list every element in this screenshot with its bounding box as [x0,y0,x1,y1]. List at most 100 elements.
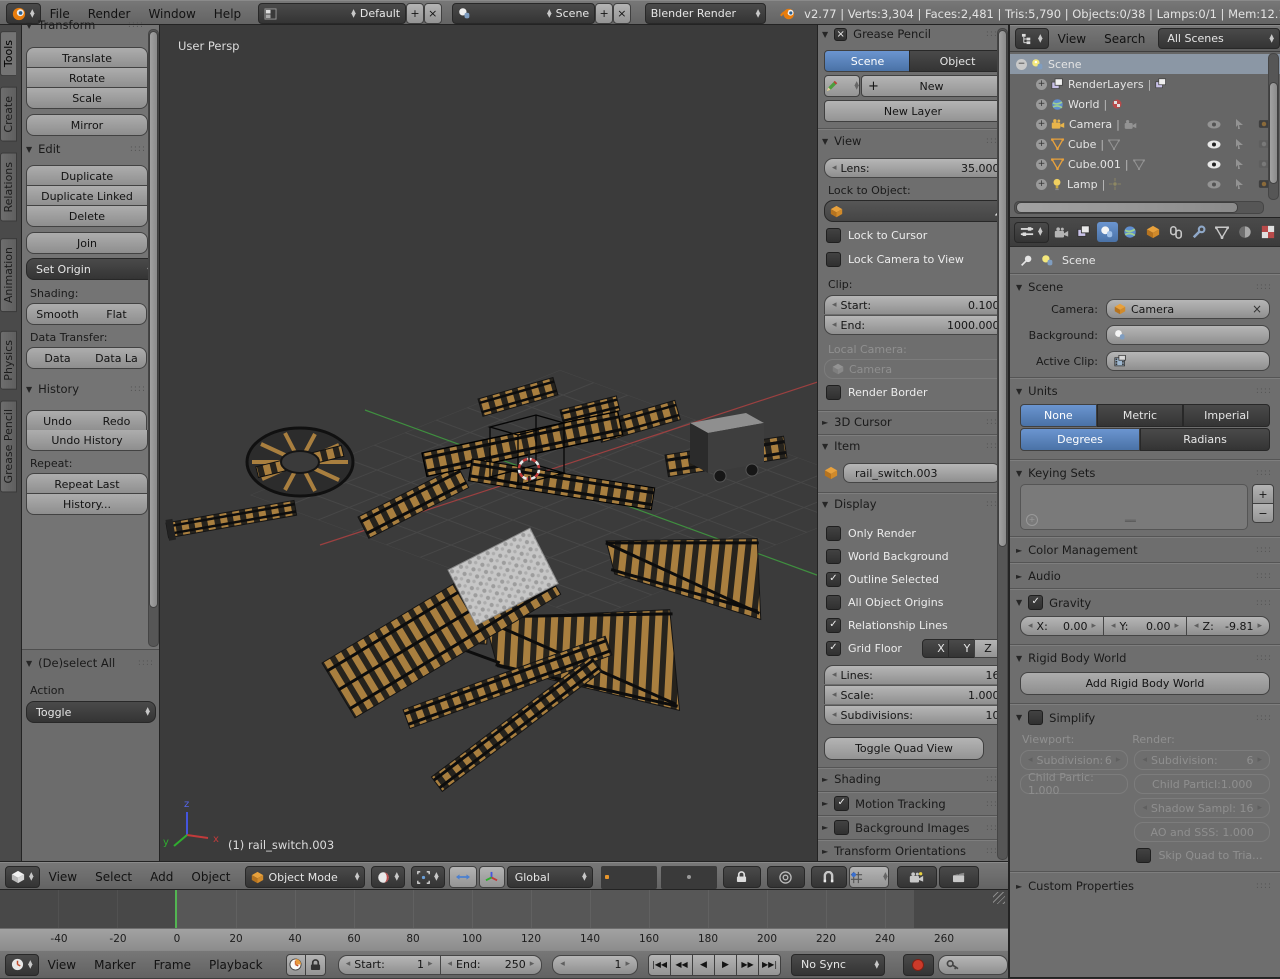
manipulator-toggle-button[interactable] [449,866,477,888]
outliner-menu-view[interactable]: View [1049,32,1095,46]
grab-handle-icon[interactable]: ══ [1125,517,1136,527]
view3d-menu-object[interactable]: Object [182,870,239,884]
keying-sets-panel-header[interactable]: ▼Keying Sets :::: [1010,461,1280,484]
shading-panel-header[interactable]: ► Shading :::: [822,772,1002,786]
panel-grip-icon[interactable]: :::: [130,144,146,154]
clip-start-slider[interactable]: ◂Start: 0.100▸ [824,295,1008,314]
lens-slider[interactable]: ◂ Lens: 35.000 ▸ [824,158,1008,178]
translate-button[interactable]: Translate [26,47,148,68]
lock-to-object-field[interactable] [824,200,1008,222]
auto-keyframe-button[interactable] [903,954,934,976]
expand-plus-icon[interactable]: + [1036,79,1047,90]
gp-scene-toggle[interactable]: Scene [824,50,911,72]
next-keyframe-button[interactable]: ▶▶ [737,954,759,976]
jump-to-end-button[interactable]: ▶▶| [759,954,781,976]
render-border-row[interactable]: Render Border [826,385,928,400]
grid-scale-slider[interactable]: ◂Scale: 1.000▸ [824,685,1008,704]
region-corner-grip[interactable] [993,892,1005,904]
units-degrees-toggle[interactable]: Degrees [1020,428,1140,451]
outliner-filter-dropdown[interactable]: All Scenes ▲▼ [1158,28,1280,49]
shelf-tab-relations[interactable]: Relations [0,153,17,222]
outliner-row-camera[interactable]: + Camera | [1010,114,1280,134]
outliner-menu-search[interactable]: Search [1095,32,1154,46]
tab-modifiers[interactable] [1189,222,1210,242]
snap-element-dropdown[interactable]: ▲▼ [849,866,889,888]
mirror-button[interactable]: Mirror [26,114,148,136]
checkbox-icon[interactable] [1028,710,1043,725]
checkbox-checked-icon[interactable]: ✓ [826,572,841,587]
outliner-row-cube001[interactable]: + Cube.001 | [1010,154,1280,174]
scene-panel-header[interactable]: ▼Scene :::: [1010,275,1280,296]
shade-flat-button[interactable]: Flat [87,303,147,325]
gp-object-toggle[interactable]: Object [909,50,1006,72]
duplicate-button[interactable]: Duplicate [26,165,148,186]
panel-grip-icon[interactable]: :::: [1256,571,1272,581]
repeat-last-button[interactable]: Repeat Last [26,473,148,494]
jump-to-start-button[interactable]: |◀◀ [648,954,671,976]
shelf-tab-grease-pencil[interactable]: Grease Pencil [0,400,17,492]
frame-start-field[interactable]: ◂Start: 1▸ [338,955,440,975]
delete-button[interactable]: Delete [26,205,148,227]
panel-grip-icon[interactable]: :::: [128,20,144,30]
checkbox-icon[interactable] [826,228,841,243]
gravity-z-slider[interactable]: ◂Z:-9.81▸ [1187,616,1270,636]
snap-toggle-button[interactable] [811,866,847,888]
simplify-panel-header[interactable]: ▼ Simplify :::: [1010,705,1280,727]
item-name-field[interactable]: rail_switch.003 [843,463,1000,483]
redo-button[interactable]: Redo [87,410,147,432]
outliner-row-lamp[interactable]: + Lamp | [1010,174,1280,194]
view3d-menu-add[interactable]: Add [141,870,182,884]
outliner-hscrollbar[interactable] [1014,201,1264,214]
view3d-menu-select[interactable]: Select [86,870,141,884]
set-origin-dropdown[interactable]: Set Origin ▲▼ [26,258,158,280]
join-button[interactable]: Join [26,232,148,254]
visibility-eye-icon[interactable] [1207,160,1221,169]
selectability-arrow-icon[interactable] [1235,119,1244,130]
undo-button[interactable]: Undo [26,410,89,432]
display-panel-header[interactable]: ▼ Display :::: [822,497,1002,511]
audio-panel-header[interactable]: ►Audio :::: [1010,564,1280,588]
background-set-field[interactable] [1106,325,1270,345]
rigid-body-panel-header[interactable]: ▼Rigid Body World :::: [1010,646,1280,669]
add-scene-button[interactable]: + [595,3,613,24]
timeline-menu-frame[interactable]: Frame [145,958,200,972]
frame-end-field[interactable]: ◂End: 250▸ [440,955,543,975]
play-button[interactable]: ▶ [715,954,737,976]
timeline-menu-view[interactable]: View [39,958,85,972]
expand-plus-icon[interactable]: + [1036,139,1047,150]
tab-scene[interactable] [1097,222,1118,242]
panel-grip-icon[interactable]: :::: [1256,386,1272,396]
clip-end-slider[interactable]: ◂End: 1000.000▸ [824,315,1008,335]
keying-set-field[interactable] [938,955,1008,975]
shelf-tab-physics[interactable]: Physics [0,331,17,390]
menu-help[interactable]: Help [205,7,250,21]
checkbox-checked-icon[interactable]: ✓ [826,618,841,633]
grid-subdiv-slider[interactable]: ◂Subdivisions: 10▸ [824,705,1008,725]
layers-grid-1[interactable] [601,866,657,889]
lock-camera-row[interactable]: Lock Camera to View [826,252,964,267]
lock-to-scene-button[interactable] [723,866,761,888]
selectability-arrow-icon[interactable] [1235,159,1244,170]
action-dropdown[interactable]: Toggle ▲▼ [26,701,156,723]
active-clip-field[interactable] [1106,351,1270,371]
units-none-toggle[interactable]: None [1020,404,1097,427]
expand-plus-icon[interactable]: + [1036,159,1047,170]
grease-pencil-checkbox[interactable]: × [834,28,847,41]
motion-tracking-panel-header[interactable]: ► ✓ Motion Tracking :::: [822,796,1002,811]
toggle-quad-view-button[interactable]: Toggle Quad View [824,737,984,760]
panel-grip-icon[interactable]: :::: [1256,653,1272,663]
render-engine-selector[interactable]: Blender Render ▲▼ [645,3,767,24]
checkbox-checked-icon[interactable]: ✓ [826,641,841,656]
tab-object[interactable] [1143,222,1164,242]
viewport-canvas[interactable]: z x y [160,25,818,862]
timeline-menu-playback[interactable]: Playback [200,958,272,972]
checkbox-icon[interactable] [826,595,841,610]
undo-history-button[interactable]: Undo History [26,430,148,451]
tab-constraints[interactable] [1166,222,1187,242]
color-management-panel-header[interactable]: ►Color Management :::: [1010,538,1280,562]
selectability-arrow-icon[interactable] [1235,139,1244,150]
outliner-row-world[interactable]: + World | [1010,94,1280,114]
visibility-eye-icon[interactable] [1207,140,1221,149]
tab-material[interactable] [1235,222,1256,242]
scene-selector[interactable]: ▲▼ Scene [452,3,596,24]
